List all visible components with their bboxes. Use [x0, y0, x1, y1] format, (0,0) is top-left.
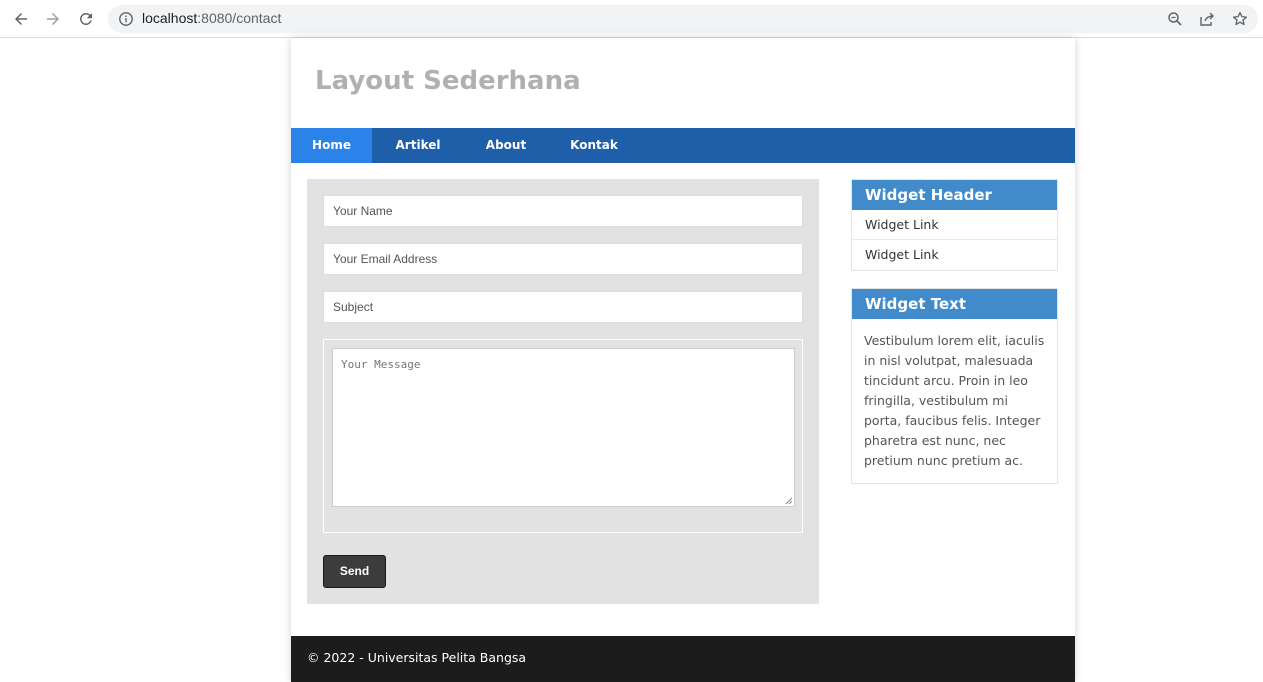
- widget-header-title: Widget Header: [852, 180, 1057, 210]
- widget-link[interactable]: Widget Link: [852, 240, 1057, 270]
- browser-toolbar: localhost:8080/contact: [0, 0, 1263, 38]
- nav-item-kontak[interactable]: Kontak: [559, 128, 629, 163]
- message-textarea[interactable]: Your Message: [332, 348, 795, 507]
- widget-links: Widget Header Widget Link Widget Link: [851, 179, 1058, 271]
- footer: © 2022 - Universitas Pelita Bangsa: [291, 636, 1075, 682]
- message-fieldset: Your Message: [323, 339, 803, 533]
- widget-text: Widget Text Vestibulum lorem elit, iacul…: [851, 288, 1058, 484]
- reload-icon[interactable]: [74, 7, 98, 31]
- back-arrow-icon[interactable]: [9, 7, 33, 31]
- main-nav: Home Artikel About Kontak: [291, 128, 1075, 163]
- widget-text-body: Vestibulum lorem elit, iaculis in nisl v…: [864, 333, 1045, 468]
- share-icon[interactable]: [1199, 11, 1215, 27]
- site-title: Layout Sederhana: [315, 66, 581, 96]
- forward-arrow-icon[interactable]: [41, 7, 65, 31]
- address-bar[interactable]: localhost:8080/contact: [108, 5, 1258, 33]
- url-path: :8080/contact: [197, 10, 282, 26]
- subject-input[interactable]: Subject: [323, 291, 803, 323]
- url-host: localhost: [142, 10, 198, 26]
- nav-item-home[interactable]: Home: [291, 128, 372, 163]
- nav-item-about[interactable]: About: [473, 128, 539, 163]
- widget-link[interactable]: Widget Link: [852, 210, 1057, 240]
- url-text: localhost:8080/contact: [142, 10, 281, 26]
- name-input[interactable]: Your Name: [323, 195, 803, 227]
- footer-copyright: © 2022 - Universitas Pelita Bangsa: [307, 650, 527, 665]
- page-container: Layout Sederhana Home Artikel About Kont…: [291, 38, 1075, 682]
- email-input[interactable]: Your Email Address: [323, 243, 803, 275]
- widget-text-title: Widget Text: [852, 289, 1057, 319]
- resize-handle-icon[interactable]: [785, 497, 793, 505]
- send-button[interactable]: Send: [323, 555, 386, 588]
- message-placeholder: Your Message: [341, 358, 421, 371]
- site-info-icon[interactable]: [118, 11, 134, 27]
- zoom-icon[interactable]: [1167, 11, 1183, 27]
- contact-form: Your Name Your Email Address Subject You…: [307, 179, 819, 604]
- nav-item-artikel[interactable]: Artikel: [382, 128, 454, 163]
- bookmark-star-icon[interactable]: [1232, 11, 1248, 27]
